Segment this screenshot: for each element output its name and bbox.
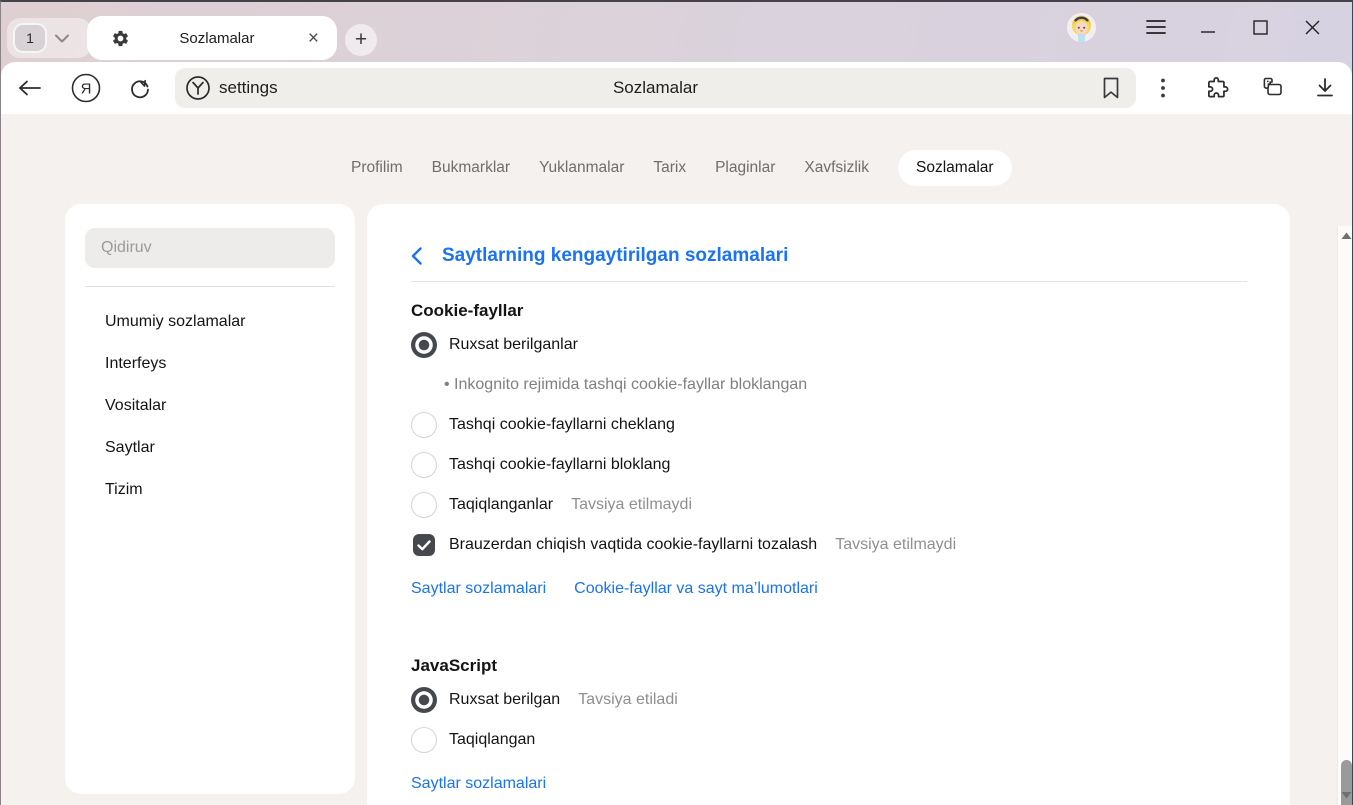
radio-hint: Tavsiya etilmaydi: [571, 496, 692, 514]
radio-label: Ruxsat berilgan: [449, 691, 560, 709]
chevron-down-icon[interactable]: [55, 34, 69, 43]
yandex-logo-icon[interactable]: Я: [71, 73, 101, 103]
scroll-down-icon[interactable]: [1341, 791, 1352, 799]
nav-tab-bukmarklar[interactable]: Bukmarklar: [432, 150, 510, 186]
link-saytlar-sozlamalari[interactable]: Saytlar sozlamalari: [411, 580, 546, 598]
nav-tab-profilim[interactable]: Profilim: [351, 150, 403, 186]
chevron-left-icon[interactable]: [411, 247, 422, 265]
minimize-icon[interactable]: [1182, 12, 1234, 42]
javascript-links: Saytlar sozlamalari: [411, 769, 1247, 799]
cookies-heading: Cookie-fayllar: [411, 297, 1247, 325]
passwords-icon[interactable]: [1256, 73, 1286, 103]
tab-title: Sozlamalar: [130, 30, 304, 47]
browser-tab-settings[interactable]: Sozlamalar ×: [87, 16, 337, 60]
reload-icon[interactable]: [125, 73, 155, 103]
checkbox-row-clear-cookies[interactable]: Brauzerdan chiqish vaqtida cookie-faylla…: [411, 525, 1247, 565]
sidebar-item-vositalar[interactable]: Vositalar: [85, 385, 335, 427]
sidebar-item-saytlar[interactable]: Saytlar: [85, 427, 335, 469]
checkbox-checked-icon[interactable]: [413, 534, 435, 556]
settings-main-panel: Saytlarning kengaytirilgan sozlamalari C…: [367, 204, 1290, 805]
nav-tab-sozlamalar[interactable]: Sozlamalar: [898, 150, 1012, 186]
nav-tab-tarix[interactable]: Tarix: [653, 150, 686, 186]
cookies-links: Saytlar sozlamalari Cookie-fayllar va sa…: [411, 574, 1247, 604]
scrollbar[interactable]: [1337, 226, 1353, 805]
radio-label: Ruxsat berilganlar: [449, 336, 578, 354]
bookmark-icon[interactable]: [1100, 75, 1122, 101]
avatar[interactable]: [1067, 13, 1096, 42]
checkbox-hint: Tavsiya etilmaydi: [835, 536, 956, 554]
toolbar: Я settings Sozlamalar: [1, 62, 1352, 114]
back-header[interactable]: Saytlarning kengaytirilgan sozlamalari: [411, 204, 1247, 282]
radio-label: Taqiqlanganlar: [449, 496, 553, 514]
sidebar-item-umumiy-sozlamalar[interactable]: Umumiy sozlamalar: [85, 301, 335, 343]
protect-icon[interactable]: [185, 75, 211, 101]
radio-icon[interactable]: [411, 412, 437, 438]
nav-tab-xavfsizlik[interactable]: Xavfsizlik: [804, 150, 869, 186]
sidebar-divider: [85, 286, 335, 287]
gear-icon: [111, 29, 130, 48]
nav-tab-yuklanmalar[interactable]: Yuklanmalar: [539, 150, 624, 186]
page-title[interactable]: Saytlarning kengaytirilgan sozlamalari: [442, 245, 788, 267]
radio-icon[interactable]: [411, 452, 437, 478]
link-cookie-sayt-malumotlari[interactable]: Cookie-fayllar va sayt ma’lumotlari: [574, 580, 818, 598]
radio-row-cheklang[interactable]: Tashqi cookie-fayllarni cheklang: [411, 405, 1247, 445]
close-tab-icon[interactable]: ×: [304, 27, 323, 50]
browser-window: 1 Sozlamalar × +: [0, 0, 1353, 805]
back-icon[interactable]: [15, 73, 45, 103]
javascript-heading: JavaScript: [411, 652, 1247, 680]
new-tab-button[interactable]: +: [345, 24, 377, 56]
extensions-icon[interactable]: [1202, 73, 1232, 103]
radio-hint: Tavsiya etiladi: [578, 691, 678, 709]
close-window-icon[interactable]: [1286, 12, 1338, 42]
sidebar-item-tizim[interactable]: Tizim: [85, 469, 335, 511]
radio-label: Tashqi cookie-fayllarni cheklang: [449, 416, 675, 434]
link-saytlar-sozlamalari-js[interactable]: Saytlar sozlamalari: [411, 775, 546, 793]
kebab-menu-icon[interactable]: [1148, 73, 1178, 103]
radio-row-taqiqlanganlar[interactable]: Taqiqlanganlar Tavsiya etilmaydi: [411, 485, 1247, 525]
tab-counter[interactable]: 1: [13, 23, 47, 53]
radio-icon[interactable]: [411, 687, 437, 713]
incognito-note: • Inkognito rejimida tashqi cookie-fayll…: [411, 365, 1247, 405]
menu-icon[interactable]: [1130, 12, 1182, 42]
tab-group-control[interactable]: 1: [7, 18, 91, 58]
scroll-up-icon[interactable]: [1341, 232, 1352, 240]
search-input[interactable]: [85, 228, 335, 268]
radio-row-ruxsat-berilganlar[interactable]: Ruxsat berilganlar: [411, 325, 1247, 365]
toolbar-right: [1148, 73, 1340, 103]
radio-row-js-ruxsat[interactable]: Ruxsat berilgan Tavsiya etiladi: [411, 680, 1247, 720]
address-bar[interactable]: settings Sozlamalar: [175, 68, 1136, 108]
svg-text:Я: Я: [81, 81, 92, 98]
settings-nav-tabs: Profilim Bukmarklar Yuklanmalar Tarix Pl…: [351, 150, 1012, 186]
chrome-right-controls: [1067, 10, 1338, 44]
radio-icon[interactable]: [411, 332, 437, 358]
downloads-icon[interactable]: [1310, 73, 1340, 103]
radio-icon[interactable]: [411, 727, 437, 753]
nav-tab-plaginlar[interactable]: Plaginlar: [715, 150, 775, 186]
checkbox-label: Brauzerdan chiqish vaqtida cookie-faylla…: [449, 536, 817, 554]
radio-icon[interactable]: [411, 492, 437, 518]
radio-label: Taqiqlangan: [449, 731, 535, 749]
radio-row-js-taqiqlangan[interactable]: Taqiqlangan: [411, 720, 1247, 760]
settings-page: Profilim Bukmarklar Yuklanmalar Tarix Pl…: [1, 114, 1337, 805]
settings-sidebar: Umumiy sozlamalar Interfeys Vositalar Sa…: [65, 204, 355, 794]
maximize-icon[interactable]: [1234, 12, 1286, 42]
radio-row-bloklang[interactable]: Tashqi cookie-fayllarni bloklang: [411, 445, 1247, 485]
radio-label: Tashqi cookie-fayllarni bloklang: [449, 456, 670, 474]
address-bar-page-title: Sozlamalar: [175, 78, 1136, 98]
url-text[interactable]: settings: [219, 78, 278, 98]
sidebar-item-interfeys[interactable]: Interfeys: [85, 343, 335, 385]
